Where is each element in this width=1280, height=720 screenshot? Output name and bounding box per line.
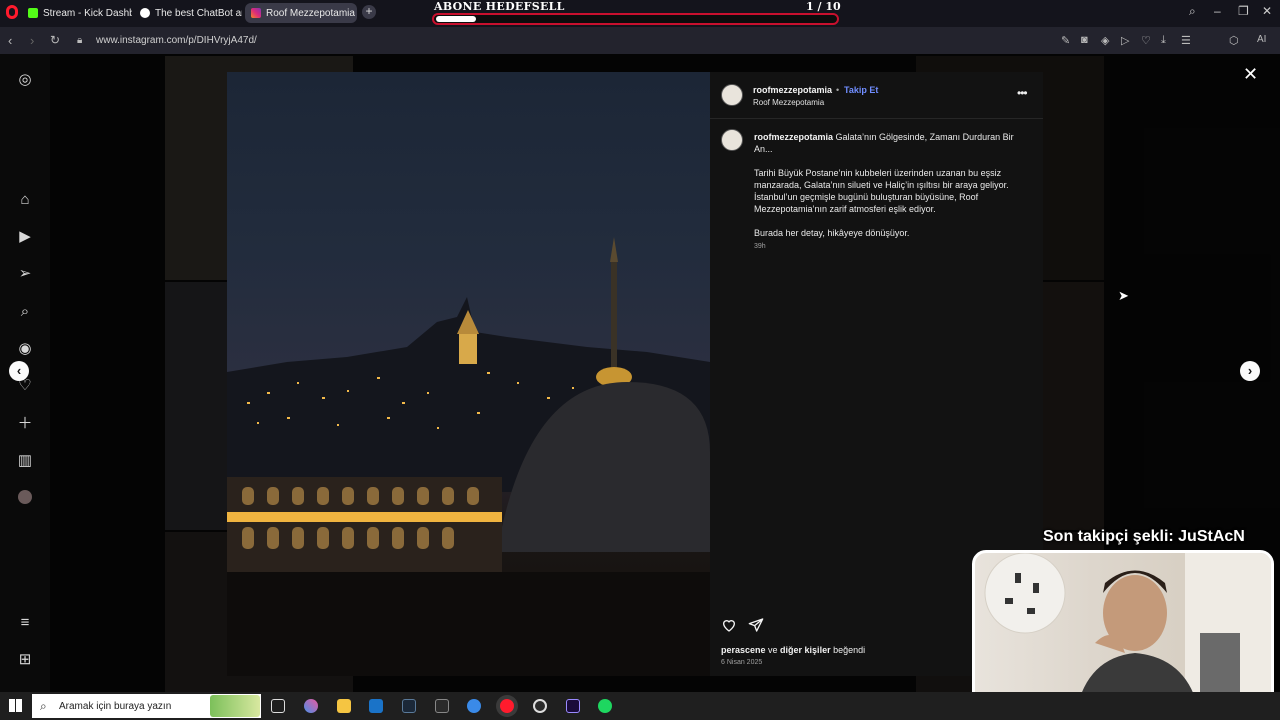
file-explorer-icon[interactable] xyxy=(337,699,351,713)
cube-icon[interactable]: ⬡ xyxy=(1229,34,1239,47)
kick-icon xyxy=(28,8,38,18)
obs-icon[interactable] xyxy=(533,699,547,713)
caption-paragraph-2: Burada her detay, hikâyeye dönüşüyor. xyxy=(754,228,910,238)
caption-avatar[interactable] xyxy=(721,129,743,151)
mouse-cursor-icon: ➤ xyxy=(1118,288,1129,303)
likes-user[interactable]: perascene xyxy=(721,645,766,655)
new-tab-button[interactable]: + xyxy=(362,5,376,19)
messages-icon[interactable]: ➢ xyxy=(16,265,34,283)
app-blue-icon[interactable] xyxy=(467,699,481,713)
chatbot-icon xyxy=(140,8,150,18)
search-highlight-icon xyxy=(210,695,260,717)
goal-progress-bar xyxy=(432,13,839,25)
forward-icon[interactable]: › xyxy=(30,33,34,48)
post-caption: roofmezzepotamia Galata’nın Gölgesinde, … xyxy=(754,131,1030,239)
home-icon[interactable]: ⌂ xyxy=(16,191,34,209)
goal-progress-fill xyxy=(436,16,476,22)
aria-ai-button[interactable]: AI xyxy=(1257,34,1266,45)
more-menu-icon[interactable]: ≡ xyxy=(16,614,34,632)
explore-icon[interactable]: ◉ xyxy=(16,340,34,358)
divider xyxy=(710,118,1043,119)
caption-paragraph-1: Tarihi Büyük Postane’nin kubbeleri üzeri… xyxy=(754,168,1009,214)
author-username[interactable]: roofmezzepotamia xyxy=(753,85,832,95)
tab-label: Stream - Kick Dashboard xyxy=(43,7,132,19)
tab-chatbot[interactable]: The best ChatBot and W xyxy=(134,3,242,23)
likes-suffix: beğendi xyxy=(830,645,866,655)
search-icon[interactable]: ⌕ xyxy=(16,303,34,321)
url-field[interactable]: www.instagram.com/p/DIHVryjA47d/ xyxy=(96,35,257,46)
separator-dot: • xyxy=(836,85,840,95)
profile-avatar[interactable] xyxy=(18,490,32,504)
goal-count: 1 / 10 xyxy=(806,0,841,13)
copilot-icon[interactable] xyxy=(304,699,318,713)
likes-summary: perascene ve diğer kişiler beğendi xyxy=(721,645,865,655)
heart-icon[interactable]: ♡ xyxy=(1141,34,1151,47)
likes-others[interactable]: diğer kişiler xyxy=(780,645,831,655)
instagram-icon xyxy=(251,8,261,18)
reload-icon[interactable]: ↻ xyxy=(50,33,60,47)
share-icon[interactable] xyxy=(748,617,764,633)
author-display-name: Roof Mezzepotamia xyxy=(753,98,825,107)
camera-icon[interactable]: ◙ xyxy=(1081,34,1088,46)
author-avatar[interactable] xyxy=(721,84,743,106)
post-date: 6 Nisan 2025 xyxy=(721,659,763,666)
next-post-button[interactable]: › xyxy=(1240,361,1260,381)
address-bar-row: ‹ › ↻ 🔒︎ www.instagram.com/p/DIHVryjA47d… xyxy=(0,27,1280,74)
taskbar-search-placeholder: Aramak için buraya yazın xyxy=(59,701,172,712)
previous-post-button[interactable]: ‹ xyxy=(9,361,29,381)
shield-icon[interactable]: ◈ xyxy=(1101,34,1109,47)
search-icon: ⌕ xyxy=(40,699,47,713)
likes-connector: ve xyxy=(765,645,781,655)
tab-label: The best ChatBot and W xyxy=(155,7,242,19)
like-heart-icon[interactable] xyxy=(721,617,737,633)
lock-icon: 🔒︎ xyxy=(77,35,83,46)
outlook-icon[interactable] xyxy=(369,699,383,713)
goal-title: ABONE HEDEFSELL xyxy=(434,0,565,13)
reels-icon[interactable]: ▶ xyxy=(16,228,34,246)
edit-icon[interactable]: ✎ xyxy=(1061,34,1070,47)
webcam-overlay xyxy=(972,550,1274,714)
post-image[interactable] xyxy=(227,72,710,676)
streamer-webcam-image xyxy=(984,553,1271,711)
back-icon[interactable]: ‹ xyxy=(8,33,12,48)
minimize-icon[interactable]: – xyxy=(1214,4,1221,18)
premiere-icon[interactable] xyxy=(566,699,580,713)
caption-username[interactable]: roofmezzepotamia xyxy=(754,132,833,142)
tab-instagram[interactable]: Roof Mezzepotamia (@ro xyxy=(245,3,357,23)
opera-taskbar-icon[interactable] xyxy=(500,699,514,713)
epic-games-icon[interactable] xyxy=(435,699,449,713)
latest-follower-text: Son takipçi şekli: JuStAcN xyxy=(1043,528,1245,545)
task-view-icon[interactable] xyxy=(271,699,285,713)
menu-icon[interactable]: ☰ xyxy=(1181,34,1191,47)
play-icon[interactable]: ▷ xyxy=(1121,34,1129,47)
search-tabs-icon[interactable]: ⌕ xyxy=(1189,4,1196,19)
ai-label: AI xyxy=(1257,34,1267,45)
opera-logo-icon[interactable] xyxy=(6,5,18,19)
caption-timestamp: 39h xyxy=(754,243,766,250)
more-options-icon[interactable]: ••• xyxy=(1017,86,1028,100)
close-window-icon[interactable]: ✕ xyxy=(1262,4,1272,18)
dashboard-icon[interactable]: ▥ xyxy=(16,452,34,470)
tab-label: Roof Mezzepotamia (@ro xyxy=(266,7,357,19)
tab-kick-dashboard[interactable]: Stream - Kick Dashboard xyxy=(22,3,132,23)
close-modal-icon[interactable]: ✕ xyxy=(1243,64,1258,85)
maximize-icon[interactable]: ❐ xyxy=(1238,4,1249,18)
threads-icon[interactable]: ⊞ xyxy=(16,651,34,669)
create-icon[interactable]: ＋ xyxy=(16,415,34,433)
follow-button[interactable]: Takip Et xyxy=(844,85,878,95)
windows-start-icon[interactable] xyxy=(9,699,22,712)
steam-icon[interactable] xyxy=(402,699,416,713)
spotify-icon[interactable] xyxy=(598,699,612,713)
download-icon[interactable]: ⤓ xyxy=(1161,34,1166,47)
instagram-logo-icon[interactable]: ◎ xyxy=(16,71,34,89)
istanbul-night-photo xyxy=(227,237,710,676)
